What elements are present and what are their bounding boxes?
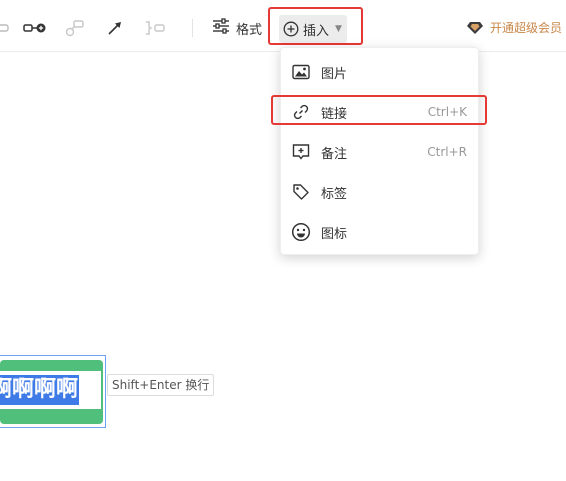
vip-label: 开通超级会员 bbox=[490, 21, 563, 35]
menu-item-label: 链接 bbox=[321, 106, 348, 122]
relation-icon[interactable] bbox=[23, 17, 47, 39]
menu-item-label: 图片 bbox=[321, 66, 348, 82]
menu-item-icon[interactable]: 图标 bbox=[281, 212, 480, 252]
menu-item-note[interactable]: 备注 Ctrl+R bbox=[281, 132, 480, 172]
left-partial-icon[interactable] bbox=[0, 17, 16, 39]
insert-label: 插入 bbox=[303, 23, 330, 39]
menu-item-label: 图标 bbox=[321, 226, 348, 242]
boundary-icon[interactable] bbox=[144, 17, 166, 39]
node-selection-frame bbox=[0, 355, 106, 428]
menu-item-link[interactable]: 链接 Ctrl+K bbox=[281, 92, 480, 132]
menu-item-shortcut: Ctrl+R bbox=[427, 145, 467, 159]
insert-plus-icon bbox=[283, 21, 299, 37]
image-icon bbox=[291, 62, 311, 82]
menu-item-tag[interactable]: 标签 bbox=[281, 172, 480, 212]
insert-menu: 图片 链接 Ctrl+K 备注 Ctrl+R 标签 图标 bbox=[280, 47, 479, 255]
menu-item-label: 备注 bbox=[321, 146, 348, 162]
toolbar: 格式 插入 ▼ 开通超级会员 bbox=[0, 0, 566, 52]
summary-icon[interactable] bbox=[64, 17, 86, 39]
link-icon bbox=[291, 102, 311, 122]
insert-button[interactable]: 插入 ▼ bbox=[279, 15, 347, 43]
menu-item-shortcut: Ctrl+K bbox=[427, 105, 467, 119]
menu-item-image[interactable]: 图片 bbox=[281, 52, 480, 92]
input-hint-tooltip: Shift+Enter 换行 bbox=[107, 374, 215, 396]
menu-item-label: 标签 bbox=[321, 186, 348, 202]
note-icon bbox=[291, 142, 311, 162]
format-label: 格式 bbox=[236, 22, 263, 38]
format-button[interactable]: 格式 bbox=[208, 14, 266, 42]
emoji-icon bbox=[291, 222, 311, 242]
toolbar-separator bbox=[192, 19, 193, 37]
chevron-down-icon: ▼ bbox=[335, 24, 342, 34]
tag-icon bbox=[291, 182, 311, 202]
format-icon bbox=[212, 18, 230, 38]
arrow-line-icon[interactable] bbox=[104, 17, 126, 39]
vip-upgrade-link[interactable]: 开通超级会员 bbox=[466, 19, 562, 36]
diamond-icon bbox=[466, 21, 484, 35]
